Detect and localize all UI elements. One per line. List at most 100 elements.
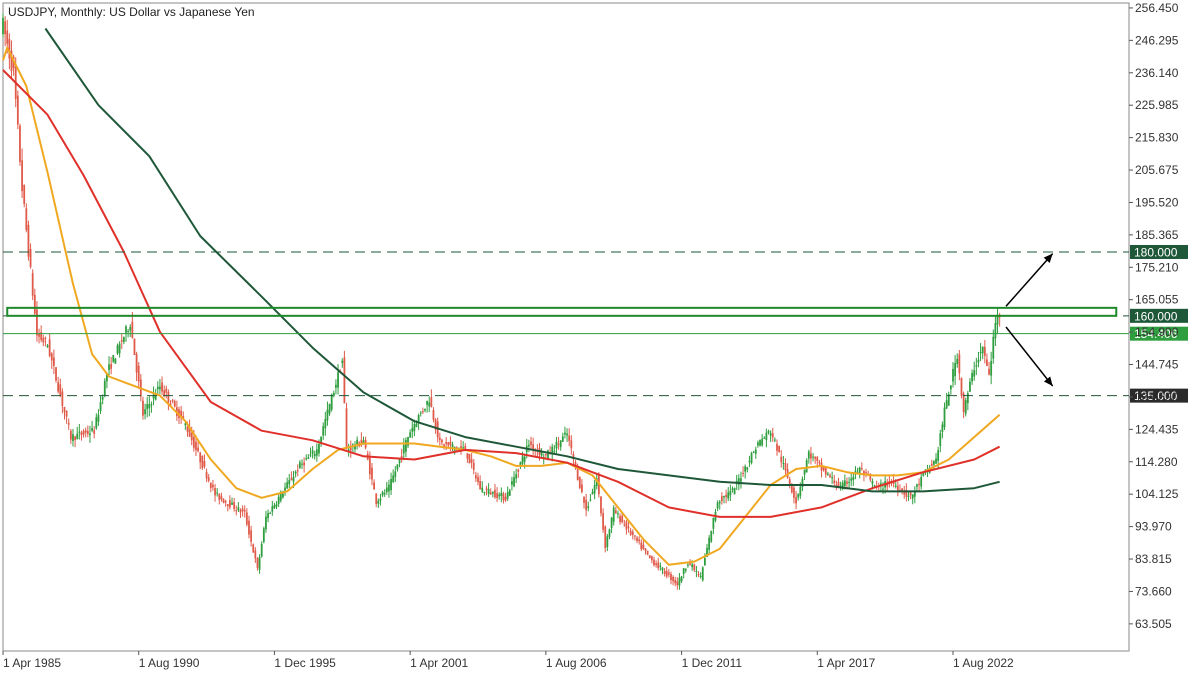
- candle-body: [667, 572, 670, 575]
- candle-body: [248, 520, 250, 535]
- candle-body: [646, 550, 649, 555]
- y-tick-label: 154.900: [1135, 325, 1179, 339]
- y-tick-label: 225.985: [1135, 98, 1179, 112]
- candle-body: [771, 433, 774, 438]
- candle-body: [564, 432, 566, 435]
- candle-body: [752, 451, 755, 453]
- candle-body: [275, 504, 278, 507]
- candle-body: [241, 508, 244, 512]
- candle-body: [570, 440, 573, 449]
- candle-body: [373, 482, 375, 490]
- candle-body: [623, 524, 626, 526]
- candle-body: [199, 452, 202, 463]
- candle-body: [186, 426, 189, 432]
- candle-body: [250, 530, 253, 542]
- x-tick-label: 1 Dec 2011: [682, 656, 743, 670]
- candle-body: [377, 500, 380, 504]
- candle-body: [324, 419, 327, 429]
- candle-body: [710, 530, 713, 542]
- candle-body: [212, 484, 214, 488]
- candle-body: [419, 412, 422, 414]
- candle-body: [742, 473, 744, 475]
- candle-body: [511, 481, 513, 485]
- x-tick-label: 1 Apr 2001: [410, 656, 468, 670]
- candle-body: [313, 454, 316, 457]
- candle-body: [470, 459, 473, 463]
- y-tick-label: 83.815: [1135, 552, 1172, 566]
- y-tick-label: 246.295: [1135, 33, 1179, 47]
- y-tick-label: 165.055: [1135, 293, 1179, 307]
- candle-body: [858, 467, 861, 474]
- candle-body: [634, 535, 636, 537]
- candle-body: [527, 444, 530, 447]
- candle-body: [477, 477, 479, 483]
- candle-body: [165, 388, 168, 393]
- candle-body: [235, 510, 238, 512]
- candle-body: [583, 496, 585, 503]
- candle-body: [218, 493, 221, 500]
- candle-body: [489, 492, 492, 495]
- candle-body: [383, 493, 386, 495]
- candle-body: [674, 579, 677, 584]
- candle-body: [61, 391, 64, 406]
- candle-body: [258, 557, 261, 570]
- candle-body: [693, 564, 696, 571]
- candle-body: [445, 442, 448, 444]
- candle-body: [190, 432, 193, 441]
- candle-body: [610, 517, 613, 529]
- candle-body: [979, 352, 982, 354]
- candle-body: [25, 208, 28, 230]
- candle-body: [483, 491, 486, 493]
- candle-body: [309, 454, 312, 456]
- candle-body: [585, 499, 588, 511]
- candle-body: [655, 563, 658, 566]
- candle-body: [746, 467, 749, 470]
- candle-body: [161, 382, 163, 392]
- candle-body: [907, 495, 910, 497]
- candle-body: [449, 441, 452, 445]
- candle-body: [640, 542, 643, 550]
- candle-body: [954, 363, 957, 377]
- candle-body: [226, 504, 229, 506]
- candle-body: [638, 539, 641, 542]
- candle-body: [318, 444, 320, 454]
- candle-body: [606, 536, 609, 548]
- candle-body: [31, 273, 34, 296]
- candle-body: [298, 462, 301, 469]
- candle-body: [167, 392, 170, 403]
- candle-body: [882, 488, 884, 490]
- candle-body: [971, 373, 973, 382]
- candle-body: [843, 480, 846, 487]
- candle-body: [19, 125, 21, 162]
- candle-body: [653, 559, 655, 566]
- candle-body: [173, 401, 176, 407]
- candle-body: [441, 439, 443, 443]
- candle-body: [988, 368, 990, 375]
- candle-body: [381, 491, 384, 496]
- candle-body: [84, 430, 87, 433]
- candle-body: [288, 480, 291, 485]
- candle-body: [697, 573, 700, 576]
- candle-body: [224, 501, 227, 503]
- y-tick-label: 215.830: [1135, 131, 1179, 145]
- candle-body: [426, 400, 429, 405]
- candle-body: [852, 476, 855, 481]
- candle-body: [315, 449, 318, 456]
- candle-body: [831, 477, 834, 479]
- candle-body: [474, 475, 477, 479]
- candle-body: [829, 475, 831, 478]
- candle-body: [935, 458, 937, 464]
- candle-body: [203, 461, 206, 467]
- candle-body: [330, 394, 333, 410]
- candle-body: [116, 345, 119, 354]
- y-tick-label: 63.505: [1135, 617, 1172, 631]
- candle-body: [311, 450, 314, 454]
- candle-body: [243, 510, 246, 512]
- candle-body: [42, 337, 45, 343]
- candle-body: [701, 567, 704, 581]
- chart-title: USDJPY, Monthly: US Dollar vs Japanese Y…: [8, 5, 255, 19]
- candle-body: [59, 384, 62, 396]
- candle-body: [581, 484, 583, 493]
- candle-body: [869, 476, 872, 480]
- candle-body: [748, 460, 751, 462]
